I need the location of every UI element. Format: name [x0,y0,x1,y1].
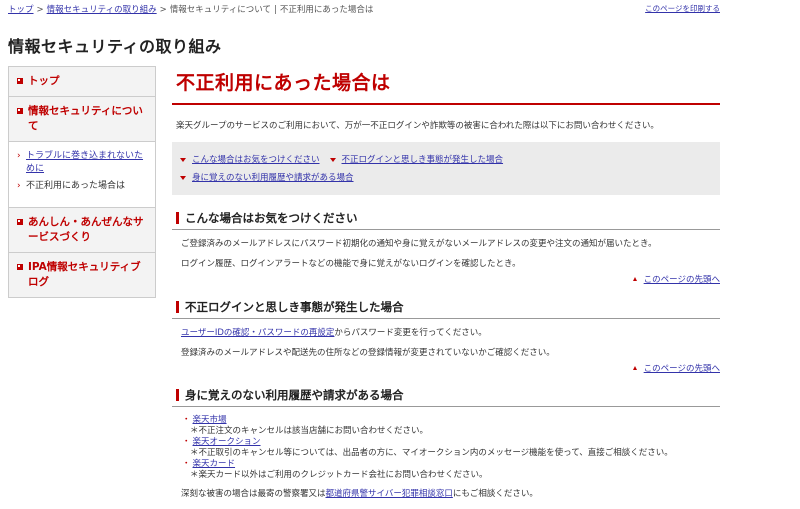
sidebar-subitem-label: 不正利用にあった場合は [26,181,126,191]
section-title-text: 身に覚えのない利用履歴や請求がある場合 [185,388,404,402]
rakuten-ichiba-link[interactable]: 楽天市場 [193,415,227,425]
breadcrumb-top[interactable]: トップ [8,5,34,15]
list-item: ・楽天カード [182,459,720,470]
final-text-post: にもご相談ください。 [452,489,538,499]
sidebar-subitem-current: › 不正利用にあった場合は [17,180,149,193]
section-bar-icon [176,212,179,224]
rakuten-card-link[interactable]: 楽天カード [193,459,236,469]
sidebar-item-label: IPA情報セキュリティブログ [28,261,141,288]
sidebar-item-label: トップ [28,75,60,87]
list-item: ・楽天市場 [182,415,720,426]
section-bar-icon [176,389,179,401]
sidebar-item-label: あんしん・あんぜんなサービスづくり [28,216,144,243]
breadcrumb-about: 情報セキュリティについて [169,5,272,15]
section-title: 不正ログインと思しき事態が発生した場合 [172,299,720,319]
triangle-up-icon [632,366,637,370]
intro-text: 楽天グループのサービスのご利用において、万が一不正ログインや詐欺等の被害に合われ… [176,121,659,131]
section-unauthorized-login: 不正ログインと思しき事態が発生した場合 ユーザーIDの確認・パスワードの再設定か… [172,299,720,374]
triangle-down-icon [180,158,186,162]
section-text: ユーザーIDの確認・パスワードの再設定からパスワード変更を行ってください。 [181,327,720,339]
anchor-link-unknown-charges[interactable]: 身に覚えのない利用履歴や請求がある場合 [180,169,354,187]
section-unknown-charges: 身に覚えのない利用履歴や請求がある場合 ・楽天市場 ＊不正注文のキャンセルは該当… [172,387,720,500]
rakuten-auction-link[interactable]: 楽天オークション [193,437,261,447]
section-text: ログイン履歴、ログインアラートなどの機能で身に覚えがないログインを確認したとき。 [181,259,521,269]
pagetop-link[interactable]: このページの先頭へ [172,362,720,374]
anchor-links-box: こんな場合はお気をつけください 不正ログインと思しき事態が発生した場合 身に覚え… [172,142,720,195]
chevron-right-icon: › [17,181,21,191]
section-text-rest: からパスワード変更を行ってください。 [334,328,487,338]
breadcrumb-separator: > [159,5,167,15]
bullet-dot: ・ [182,415,191,425]
square-bullet-icon [17,78,23,84]
sidebar-item-ipa[interactable]: IPA情報セキュリティブログ [9,253,155,297]
main-content: 不正利用にあった場合は 楽天グループのサービスのご利用において、万が一不正ログイ… [172,60,720,500]
bullet-dot: ・ [182,459,191,469]
list-item: ・楽天オークション [182,437,720,448]
page-title: 不正利用にあった場合は [172,60,720,105]
list-item-note: ＊不正取引のキャンセル等については、出品者の方に、マイオークション内のメッセージ… [190,448,673,458]
square-bullet-icon [17,219,23,225]
breadcrumb-divider: | [274,5,277,15]
section-title-text: 不正ログインと思しき事態が発生した場合 [185,300,404,314]
sidebar-subnav: › トラブルに巻き込まれないために › 不正利用にあった場合は [9,142,155,208]
list-item-note: ＊不正注文のキャンセルは該当店舗にお問い合わせください。 [190,426,429,436]
sidebar-subitem-label[interactable]: トラブルに巻き込まれないために [26,150,149,176]
square-bullet-icon [17,264,23,270]
site-title: 情報セキュリティの取り組み [8,37,222,56]
section-text: 登録済みのメールアドレスや配送先の住所などの登録情報が変更されていないかご確認く… [181,348,555,358]
anchor-link-label[interactable]: 不正ログインと思しき事態が発生した場合 [342,151,504,169]
section-title-text: こんな場合はお気をつけください [185,211,358,225]
final-text-pre: 深刻な被害の場合は最寄の警察署又は [181,489,326,499]
breadcrumb-separator: > [36,5,44,15]
list-item-note: ＊楽天カード以外はご利用のクレジットカード会社にお問い合わせください。 [190,470,488,480]
sidebar-item-about[interactable]: 情報セキュリティについて [9,97,155,142]
triangle-down-icon [329,158,336,162]
section-text: 深刻な被害の場合は最寄の警察署又は都道府県警サイバー犯罪相談窓口にもご相談くださ… [181,488,720,500]
triangle-up-icon [632,277,637,281]
cyber-crime-consultation-link[interactable]: 都道府県警サイバー犯罪相談窓口 [326,489,453,499]
bullet-dot: ・ [182,437,191,447]
anchor-link-unauthorized-login[interactable]: 不正ログインと思しき事態が発生した場合 [329,151,504,169]
square-bullet-icon [17,108,23,114]
breadcrumb-current: 不正利用にあった場合は [279,5,374,15]
password-reset-link[interactable]: パスワードの再設定 [258,328,335,338]
pagetop-link-label[interactable]: このページの先頭へ [644,362,720,374]
section-bar-icon [176,301,179,313]
chevron-right-icon: › [17,151,21,161]
section-title: こんな場合はお気をつけください [172,210,720,230]
section-title: 身に覚えのない利用履歴や請求がある場合 [172,387,720,407]
sidebar-item-anshin[interactable]: あんしん・あんぜんなサービスづくり [9,208,155,253]
link-separator: ・ [249,328,258,338]
section-caution: こんな場合はお気をつけください ご登録済みのメールアドレスにパスワード初期化の通… [172,210,720,285]
pagetop-link[interactable]: このページの先頭へ [172,273,720,285]
userid-check-link[interactable]: ユーザーIDの確認 [181,328,249,338]
sidebar-subitem-trouble[interactable]: › トラブルに巻き込まれないために [17,150,149,176]
anchor-link-caution[interactable]: こんな場合はお気をつけください [180,151,320,169]
sidebar-item-top[interactable]: トップ [9,67,155,97]
pagetop-link-label[interactable]: このページの先頭へ [644,273,720,285]
sidebar-item-label: 情報セキュリティについて [28,105,143,132]
triangle-down-icon [180,176,186,180]
print-page-link[interactable]: このページを印刷する [645,3,720,14]
breadcrumb: トップ > 情報セキュリティの取り組み > 情報セキュリティについて | 不正利用にあった場… [8,3,720,15]
anchor-link-label[interactable]: こんな場合はお気をつけください [192,151,320,169]
breadcrumb-security[interactable]: 情報セキュリティの取り組み [47,5,157,15]
sidebar-nav: トップ 情報セキュリティについて › トラブルに巻き込まれないために › 不正利用に… [8,66,156,298]
anchor-link-label[interactable]: 身に覚えのない利用履歴や請求がある場合 [192,169,354,187]
section-text: ご登録済みのメールアドレスにパスワード初期化の通知や身に覚えがないメールアドレス… [181,239,657,249]
